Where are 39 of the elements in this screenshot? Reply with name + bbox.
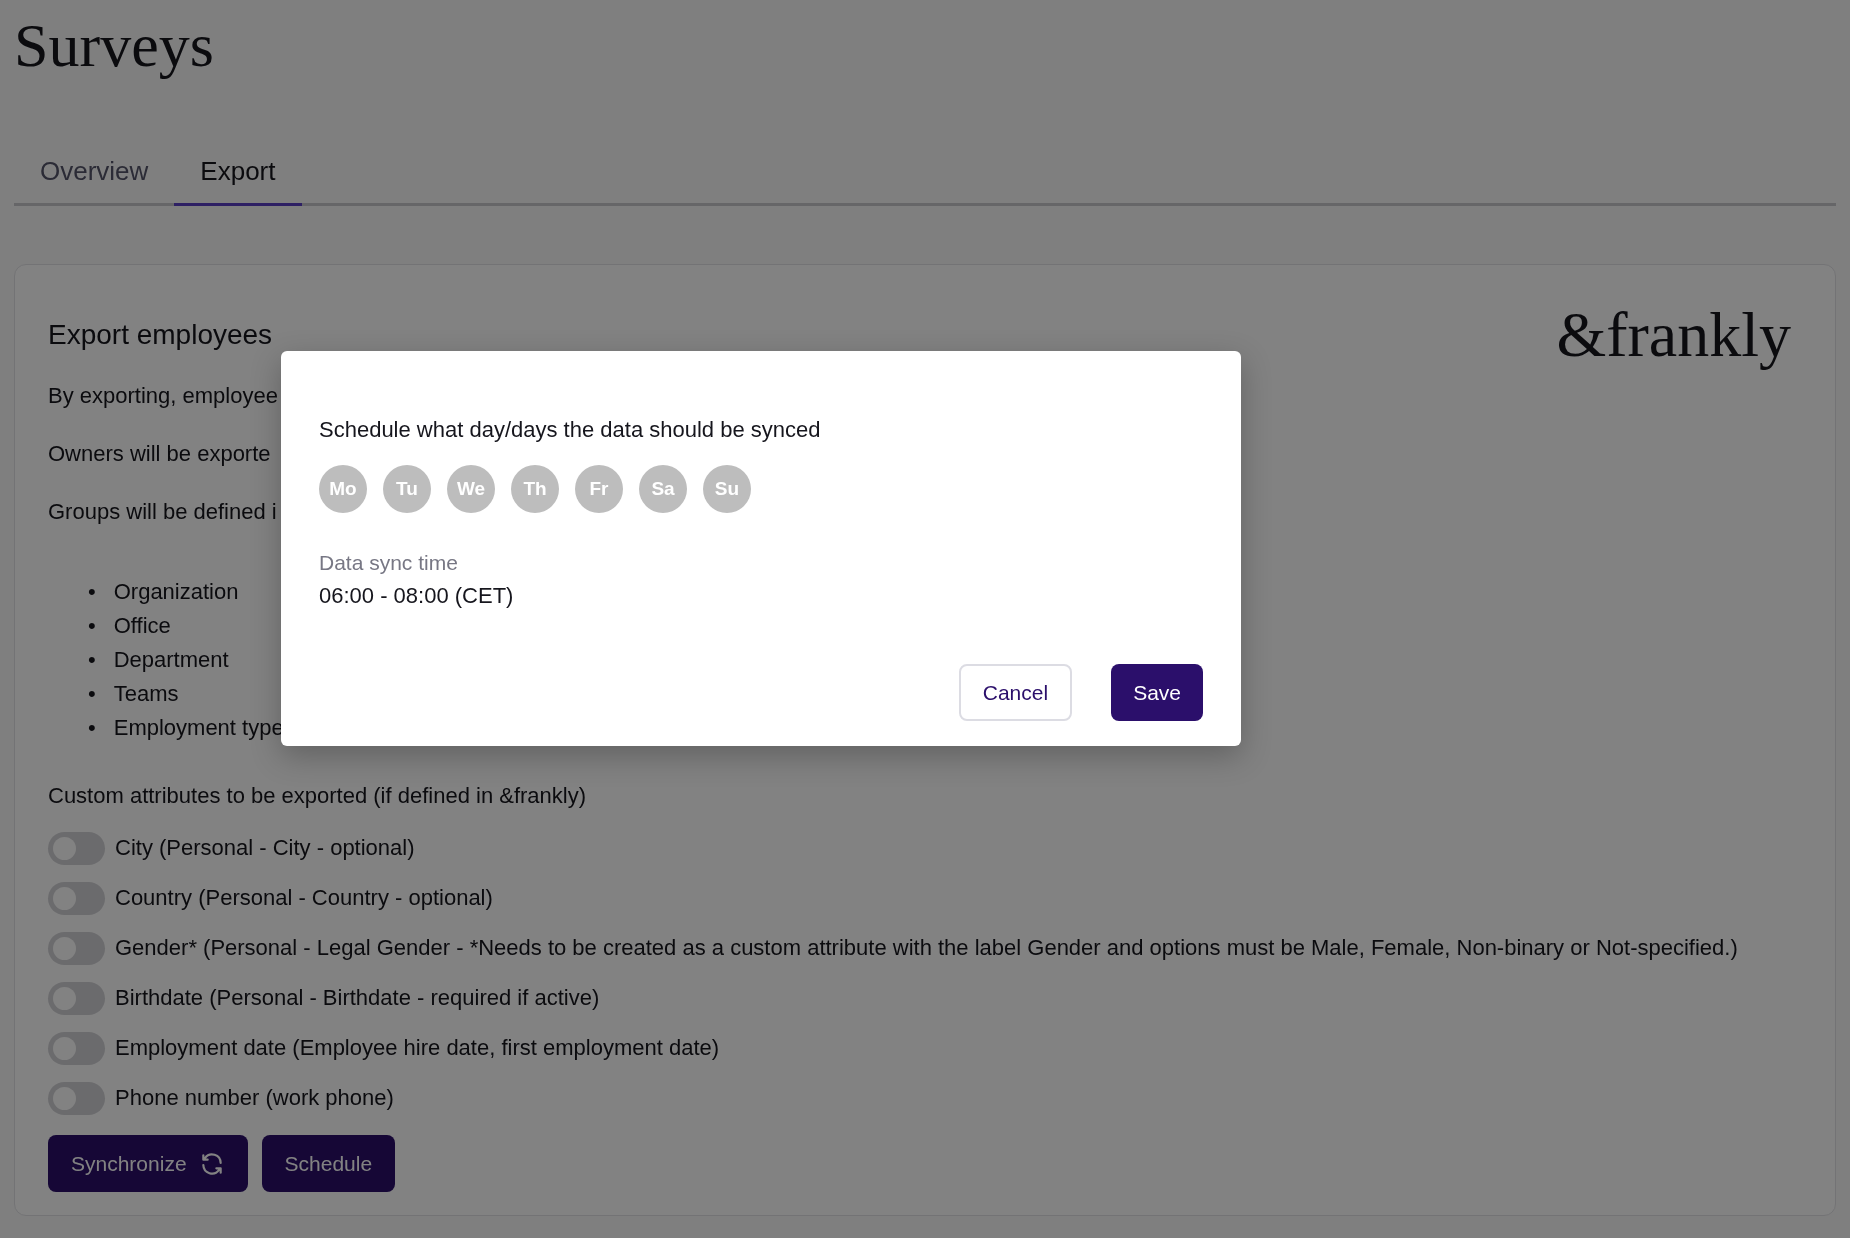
custom-attributes-heading: Custom attributes to be exported (if defined in &frankly) — [48, 783, 587, 809]
day-toggle[interactable]: Fr — [575, 465, 623, 513]
paragraph: Groups will be defined i — [48, 499, 277, 525]
day-toggle[interactable]: Su — [703, 465, 751, 513]
bullet: • — [88, 578, 96, 606]
section-heading: Export employees — [48, 319, 273, 351]
day-toggle[interactable]: Tu — [383, 465, 431, 513]
synchronize-button[interactable]: Synchronize — [48, 1135, 248, 1192]
field-value: 06:00 - 08:00 (CET) — [319, 583, 514, 609]
attribute-label: Gender* (Personal - Legal Gender - *Needs to be created as a custom attribute with the label Gender and options must be Male, Female, Non-binary or Not-specified.) — [115, 935, 1738, 961]
page-title: Surveys — [14, 10, 215, 80]
bullet: • — [88, 646, 96, 674]
day-toggle[interactable]: Th — [511, 465, 559, 513]
paragraph: By exporting, employee — [48, 383, 278, 409]
bullet: • — [88, 714, 96, 742]
field-label: Data sync time — [319, 551, 458, 575]
save-button[interactable]: Save — [1111, 664, 1203, 721]
day-toggle[interactable]: Sa — [639, 465, 687, 513]
list-item: Department — [113, 646, 229, 674]
bullet: • — [88, 680, 96, 708]
attribute-label: City (Personal - City - optional) — [115, 835, 415, 861]
paragraph: Owners will be exporte — [48, 441, 271, 467]
tab[interactable]: Export — [174, 142, 302, 206]
list-item: Teams — [113, 680, 179, 708]
cancel-button[interactable]: Cancel — [958, 664, 1073, 721]
brand-logo: &frankly — [1556, 298, 1791, 372]
attribute-label: Birthdate (Personal - Birthdate - required if active) — [115, 985, 600, 1011]
schedule-button[interactable]: Schedule — [261, 1135, 396, 1192]
list-item: Organization — [113, 578, 239, 606]
dialog-prompt: Schedule what day/days the data should be synced — [319, 417, 821, 443]
attribute-label: Employment date (Employee hire date, first employment date) — [115, 1035, 720, 1061]
list-item: Employment type — [113, 714, 284, 742]
attribute-label: Phone number (work phone) — [115, 1085, 394, 1111]
day-toggle[interactable]: Mo — [319, 465, 367, 513]
bullet: • — [88, 612, 96, 640]
tab[interactable]: Overview — [14, 142, 175, 206]
day-toggle[interactable]: We — [447, 465, 495, 513]
attribute-label: Country (Personal - Country - optional) — [115, 885, 493, 911]
list-item: Office — [113, 612, 171, 640]
